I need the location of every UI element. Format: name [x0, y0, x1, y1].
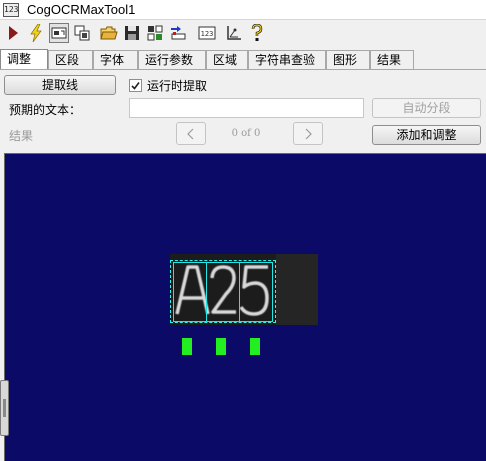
- run-extract-checkbox[interactable]: [129, 79, 142, 92]
- app-icon: 123: [3, 2, 19, 17]
- open-folder-icon[interactable]: [99, 23, 119, 43]
- tab-strip: 调整 区段 字体 运行参数 区域 字符串查验 图形 结果: [0, 49, 414, 69]
- grip-icon: [3, 399, 6, 417]
- ruler-icon[interactable]: [224, 23, 244, 43]
- add-adjust-button[interactable]: 添加和调整: [372, 125, 481, 145]
- tab-segment[interactable]: 区段: [48, 50, 93, 69]
- prev-result-button[interactable]: [176, 122, 206, 145]
- import-icon[interactable]: [168, 23, 188, 43]
- display-toggle-icon[interactable]: [49, 23, 69, 43]
- extract-line-button[interactable]: 提取线: [4, 75, 116, 95]
- result-label: 结果: [9, 129, 34, 143]
- result-marker-3: [250, 338, 260, 355]
- char-box-2[interactable]: [206, 262, 240, 322]
- next-result-button[interactable]: [293, 122, 323, 145]
- run-extract-checkbox-group[interactable]: 运行时提取: [129, 77, 207, 94]
- window-title: CogOCRMaxTool1: [27, 2, 136, 17]
- chevron-left-icon: [187, 128, 194, 139]
- save-icon[interactable]: [122, 23, 142, 43]
- tab-graphics[interactable]: 图形: [326, 50, 370, 69]
- tab-font[interactable]: 字体: [93, 50, 138, 69]
- window-icon[interactable]: [72, 23, 92, 43]
- run-icon[interactable]: [3, 23, 23, 43]
- char-box-1[interactable]: [173, 262, 207, 322]
- expected-text-input[interactable]: [129, 98, 364, 118]
- help-icon[interactable]: [247, 23, 267, 43]
- tab-adjust[interactable]: 调整: [0, 49, 48, 69]
- result-pager-text: 0 of 0: [231, 128, 261, 139]
- tab-results[interactable]: 结果: [370, 50, 414, 69]
- tab-run-params[interactable]: 运行参数: [138, 50, 206, 69]
- tab-string-check[interactable]: 字符串查验: [248, 50, 326, 69]
- ocr-max-tool-window: 123 CogOCRMaxTool1 123 调整 区段 字体 运行参数 区域 …: [0, 0, 486, 461]
- number-display-icon[interactable]: 123: [197, 23, 217, 43]
- grid-settings-icon[interactable]: [145, 23, 165, 43]
- expected-text-label: 预期的文本：: [9, 103, 82, 117]
- toolbar: 123: [0, 21, 486, 45]
- checkmark-icon: [131, 82, 140, 90]
- title-bar: 123 CogOCRMaxTool1: [0, 0, 486, 20]
- run-extract-label: 运行时提取: [147, 79, 208, 93]
- chevron-right-icon: [305, 128, 312, 139]
- splitter-handle[interactable]: [0, 380, 9, 436]
- tab-divider: [0, 69, 486, 70]
- char-box-3[interactable]: [239, 262, 273, 322]
- tab-region[interactable]: 区域: [206, 50, 248, 69]
- svg-text:123: 123: [201, 30, 214, 38]
- lightning-icon[interactable]: [26, 23, 46, 43]
- auto-segment-button[interactable]: 自动分段: [372, 98, 481, 118]
- result-marker-1: [182, 338, 192, 355]
- result-marker-2: [216, 338, 226, 355]
